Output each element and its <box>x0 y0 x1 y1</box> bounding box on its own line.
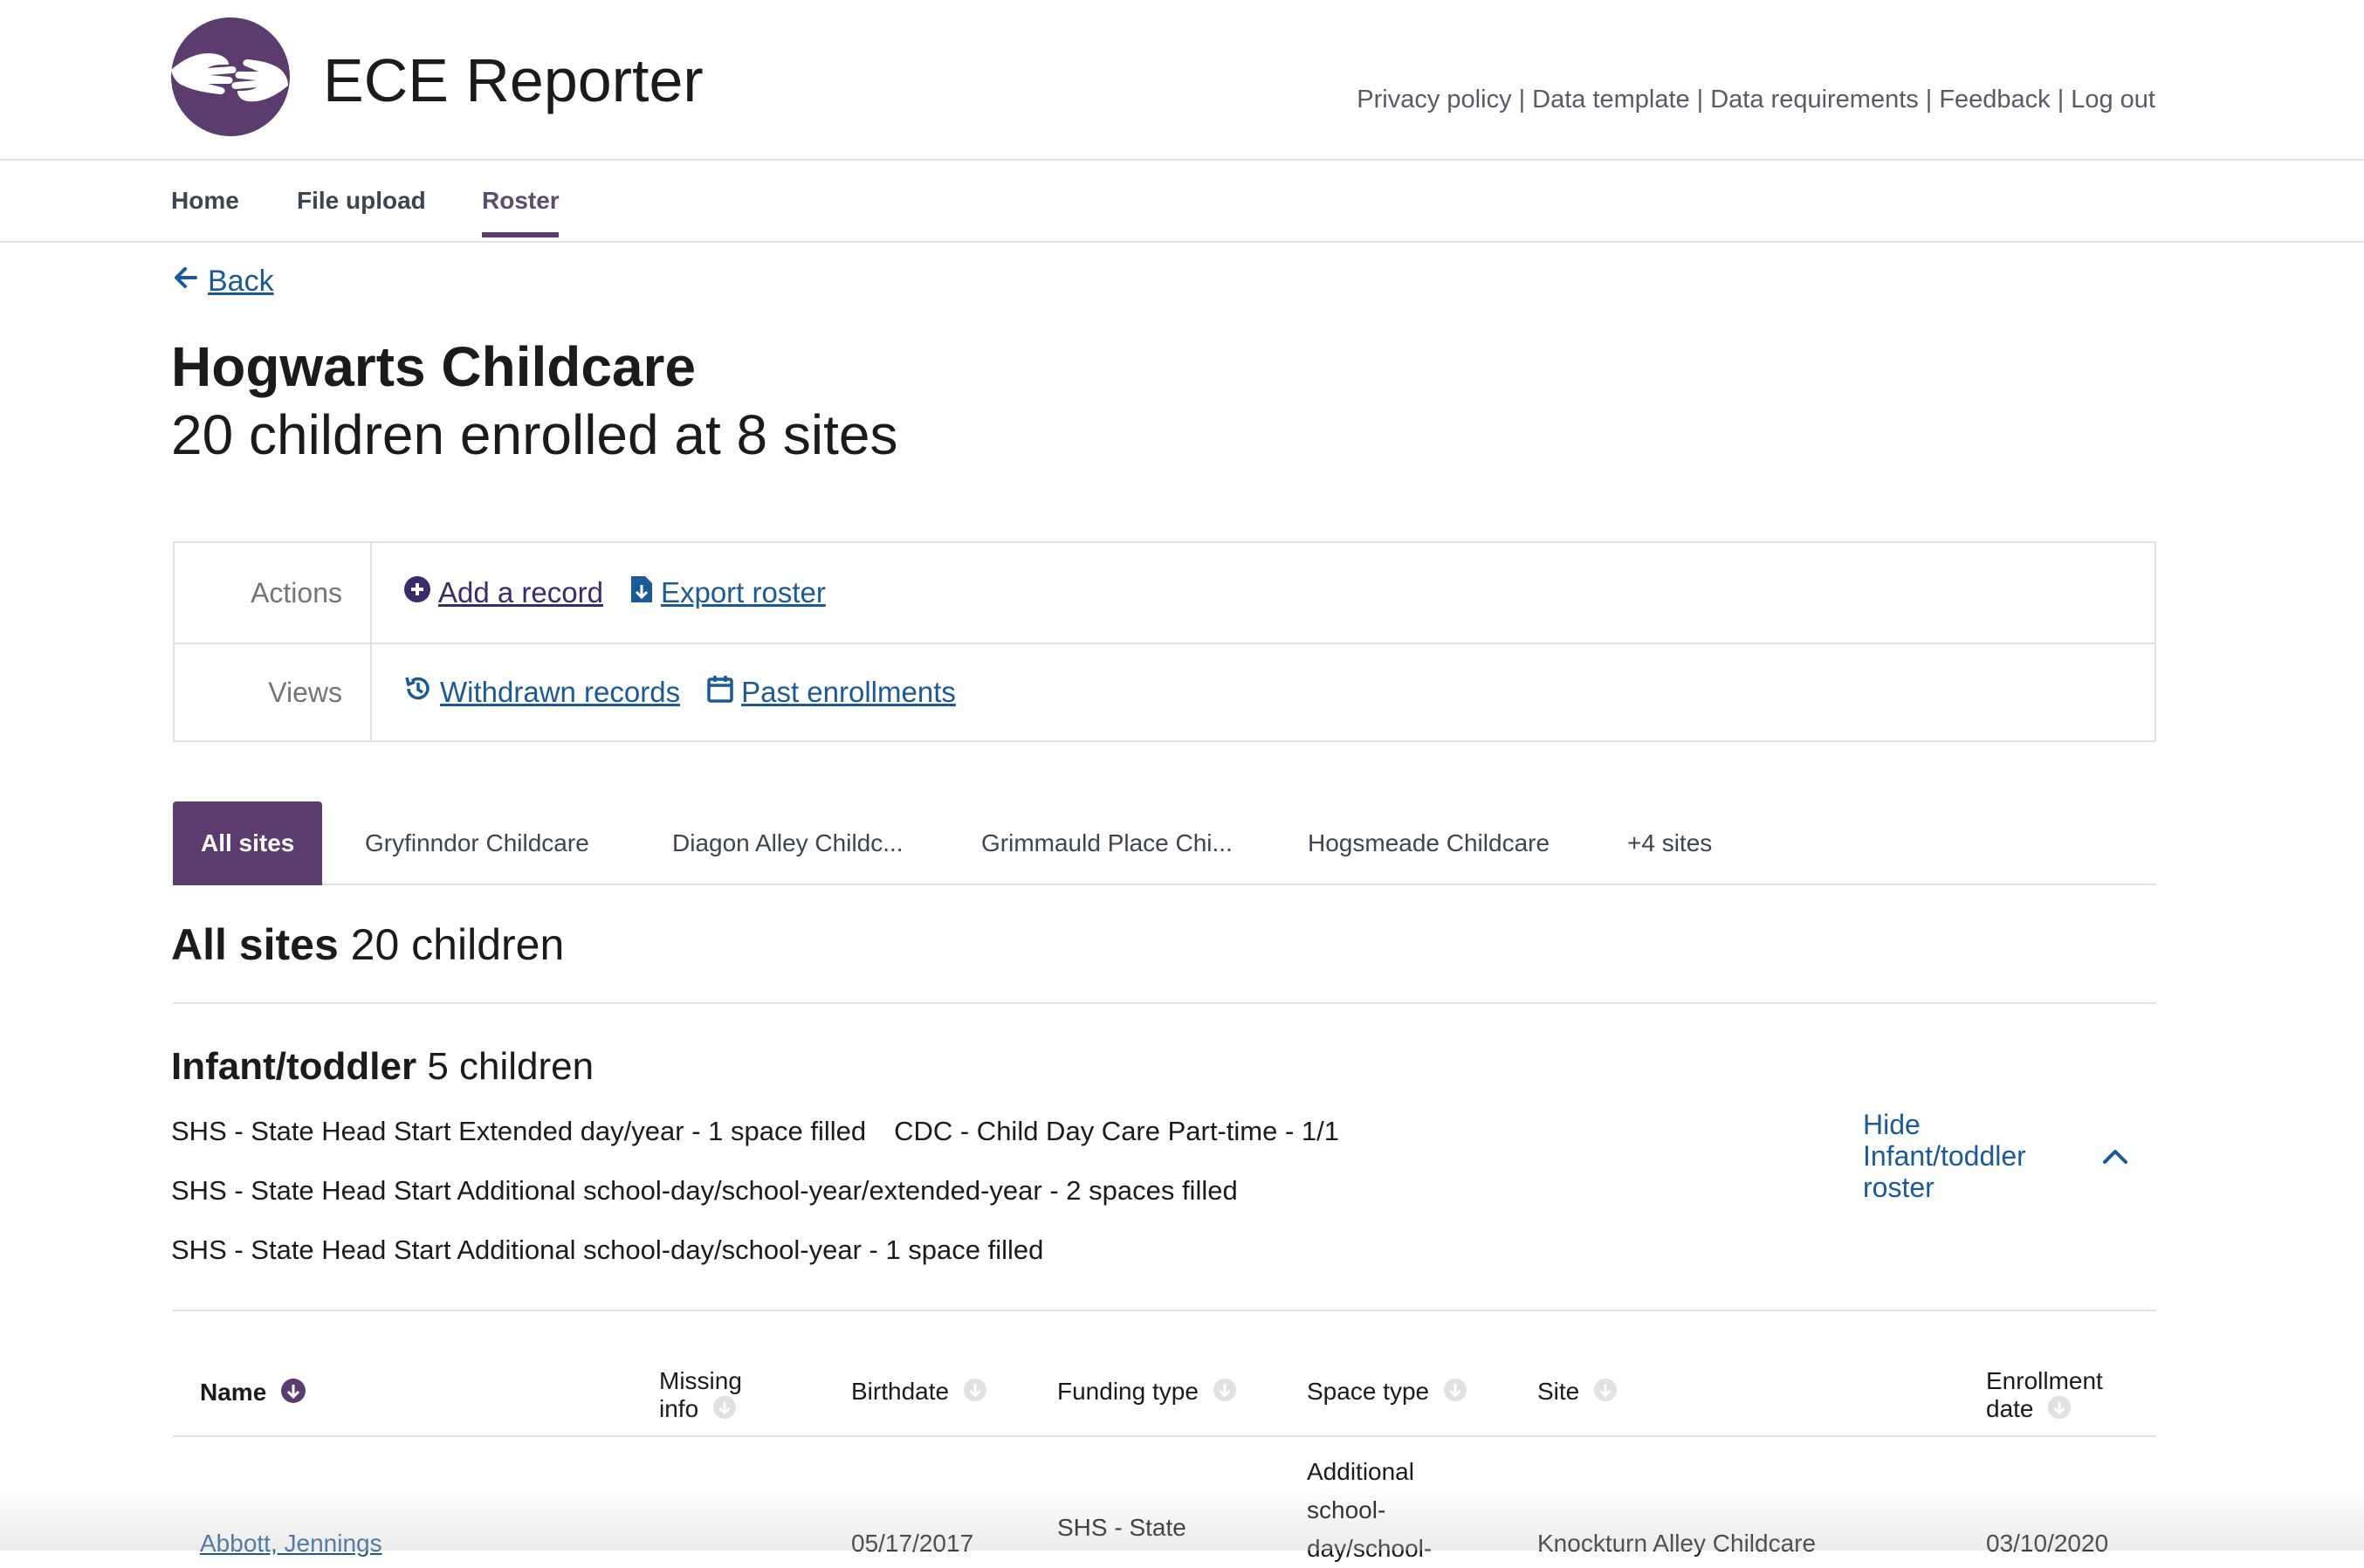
arrow-left-icon[interactable] <box>171 264 199 299</box>
primary-nav: Home File upload Roster <box>0 161 2364 243</box>
column-header-missing-info[interactable]: Missing info <box>659 1367 781 1426</box>
capacity-item: SHS - State Head Start Extended day/year… <box>171 1116 867 1146</box>
nav-item-file-upload[interactable]: File upload <box>297 187 426 215</box>
sort-icon[interactable] <box>1593 1378 1618 1408</box>
utility-links: Privacy policy | Data template | Data requir… <box>1357 86 2155 114</box>
sort-icon[interactable] <box>1443 1378 1467 1408</box>
column-header-name[interactable]: Name <box>200 1378 306 1410</box>
column-header-birthdate[interactable]: Birthdate <box>851 1378 987 1408</box>
actions-panel: Actions Add a record Export roster Views <box>173 541 2156 742</box>
actions-links: Add a record Export roster <box>403 543 826 643</box>
tab-more-sites[interactable]: +4 sites <box>1627 801 1712 885</box>
site-header: ECE Reporter Privacy policy | Data templat… <box>0 0 2364 161</box>
site-tabs: All sites Gryfinndor Childcare Diagon Al… <box>173 801 2156 885</box>
app-title: ECE Reporter <box>323 46 704 114</box>
cell-funding-type: SHS - State <box>1057 1514 1186 1541</box>
column-header-label: Space type <box>1307 1378 1430 1405</box>
column-header-label: Enrollment date <box>1986 1367 2103 1422</box>
age-group-heading: Infant/toddler 5 children <box>171 1041 594 1093</box>
calendar-icon <box>706 674 734 711</box>
column-header-enrollment-date[interactable]: Enrollment date <box>1986 1367 2134 1426</box>
age-group-count: 5 children <box>427 1045 594 1088</box>
separator: | <box>1518 86 1526 113</box>
add-record-button[interactable]: Add a record <box>403 575 603 610</box>
plus-circle-icon <box>403 575 431 610</box>
divider <box>173 1310 2156 1311</box>
cell-name: Abbott, Jennings <box>200 1524 382 1563</box>
file-download-icon <box>629 574 654 611</box>
withdrawn-records-label: Withdrawn records <box>440 676 681 708</box>
cell-birthdate: 05/17/2017 <box>851 1530 974 1557</box>
column-header-funding-type[interactable]: Funding type <box>1057 1378 1237 1408</box>
views-links: Withdrawn records Past enrollments <box>403 643 956 742</box>
add-record-label: Add a record <box>438 576 603 609</box>
back-link-container: Back <box>171 264 274 299</box>
age-group-label: Infant/toddler <box>171 1045 417 1088</box>
tab-hogsmeade-childcare[interactable]: Hogsmeade Childcare <box>1308 801 1550 885</box>
actions-label: Actions <box>175 543 372 643</box>
data-requirements-link[interactable]: Data requirements <box>1710 86 1919 113</box>
log-out-link[interactable]: Log out <box>2071 86 2155 113</box>
capacity-item: SHS - State Head Start Additional school… <box>171 1234 1044 1265</box>
capacity-item: SHS - State Head Start Additional school… <box>171 1175 1238 1206</box>
sort-icon[interactable] <box>1213 1378 1237 1408</box>
sort-icon[interactable] <box>963 1378 987 1408</box>
nav-item-roster[interactable]: Roster <box>482 187 560 215</box>
column-header-label: Funding type <box>1057 1378 1199 1405</box>
privacy-policy-link[interactable]: Privacy policy <box>1357 86 1511 113</box>
column-header-site[interactable]: Site <box>1537 1378 1618 1408</box>
tab-diagon-alley-childcare[interactable]: Diagon Alley Childc... <box>672 801 904 885</box>
export-roster-label: Export roster <box>660 576 826 609</box>
child-name-link[interactable]: Abbott, Jennings <box>200 1530 382 1557</box>
capacity-item: CDC - Child Day Care Part-time - 1/1 <box>894 1116 1339 1146</box>
export-roster-button[interactable]: Export roster <box>629 574 826 611</box>
column-header-label: Name <box>200 1378 267 1406</box>
hands-logo-icon[interactable] <box>168 16 297 138</box>
separator: | <box>2057 86 2065 113</box>
capacity-line: SHS - State Head Start Extended day/year… <box>171 1116 1339 1147</box>
all-sites-label: All sites <box>171 920 339 969</box>
views-label: Views <box>175 643 372 742</box>
tab-grimmauld-place-childcare[interactable]: Grimmauld Place Chi... <box>981 801 1233 885</box>
all-sites-count: 20 children <box>350 920 565 969</box>
past-enrollments-button[interactable]: Past enrollments <box>706 674 956 711</box>
feedback-link[interactable]: Feedback <box>1939 86 2050 113</box>
column-header-space-type[interactable]: Space type <box>1307 1378 1467 1408</box>
separator: | <box>1925 86 1933 113</box>
withdrawn-records-button[interactable]: Withdrawn records <box>403 674 680 711</box>
actions-row: Actions Add a record Export roster <box>175 543 2154 644</box>
history-icon <box>403 674 433 711</box>
data-template-link[interactable]: Data template <box>1532 86 1690 113</box>
page-title: Hogwarts Childcare <box>171 335 697 398</box>
column-header-label: Site <box>1537 1378 1580 1405</box>
divider <box>173 1435 2156 1437</box>
cell-site: Knockturn Alley Childcare <box>1537 1530 1817 1557</box>
all-sites-heading: All sites 20 children <box>171 917 564 973</box>
sort-icon[interactable] <box>2047 1395 2072 1426</box>
past-enrollments-label: Past enrollments <box>741 676 956 708</box>
sort-active-icon[interactable] <box>280 1378 306 1410</box>
active-nav-indicator <box>482 232 559 237</box>
nav-item-home[interactable]: Home <box>171 187 239 215</box>
capacity-line: SHS - State Head Start Additional school… <box>171 1234 1043 1266</box>
views-row: Views Withdrawn records Past enrollments <box>175 643 2154 742</box>
divider <box>173 1002 2156 1004</box>
cell-space-type: Additional school- day/school- <box>1307 1458 1433 1562</box>
tab-all-sites[interactable]: All sites <box>173 801 323 885</box>
hide-roster-toggle[interactable]: Hide Infant/toddler roster <box>1863 1109 2072 1203</box>
back-link[interactable]: Back <box>208 265 274 299</box>
chevron-up-icon[interactable] <box>2102 1147 2128 1169</box>
column-header-label: Birthdate <box>851 1378 950 1405</box>
cell-enrollment-date: 03/10/2020 <box>1986 1530 2109 1557</box>
sort-icon[interactable] <box>712 1395 737 1426</box>
capacity-line: SHS - State Head Start Additional school… <box>171 1175 1238 1207</box>
separator: | <box>1696 86 1704 113</box>
tab-gryfinndor-childcare[interactable]: Gryfinndor Childcare <box>365 801 589 885</box>
page-subtitle: 20 children enrolled at 8 sites <box>171 403 898 466</box>
